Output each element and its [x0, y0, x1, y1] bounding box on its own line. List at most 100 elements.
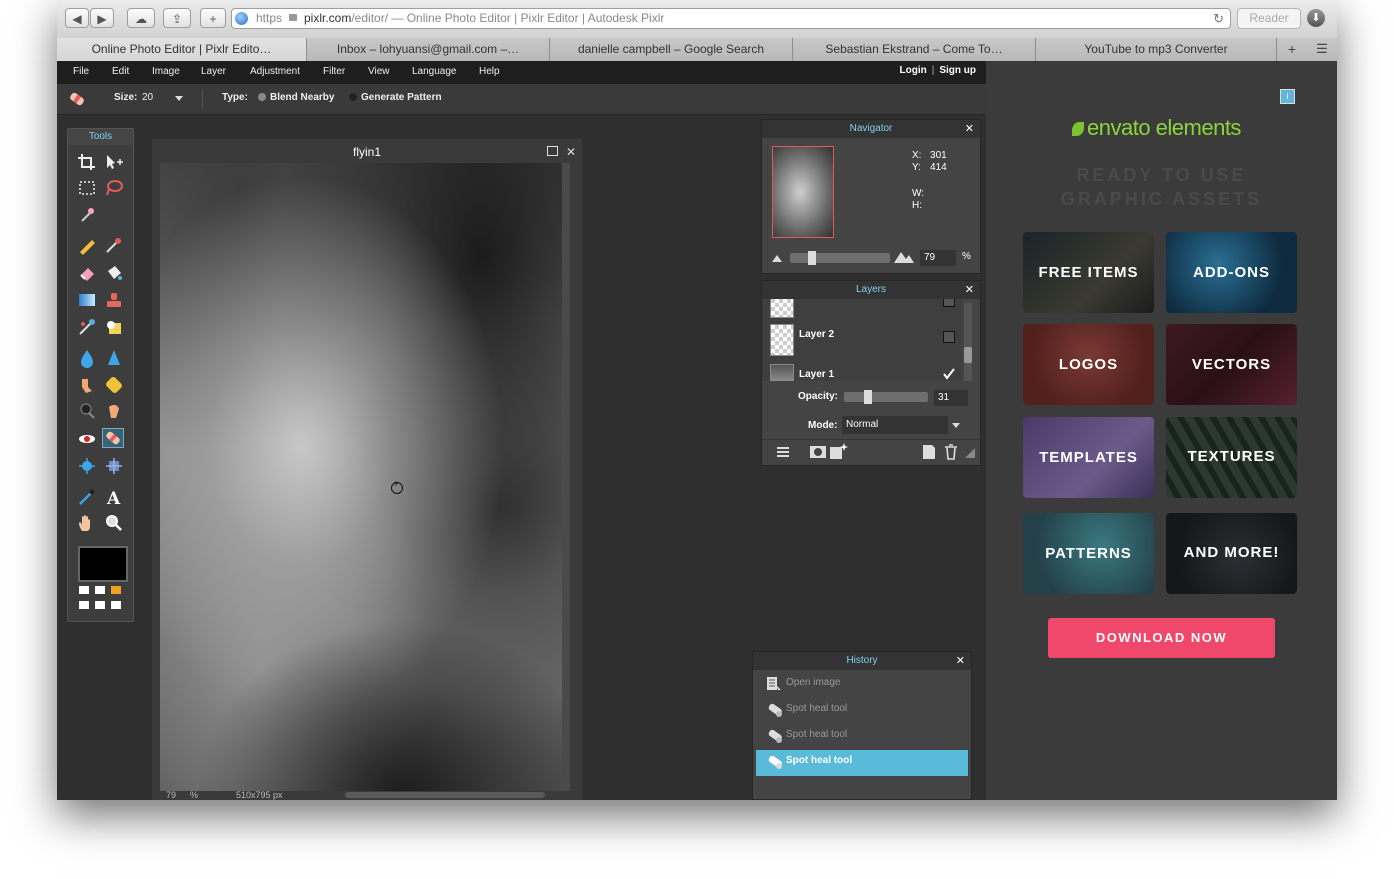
back-button[interactable]: ◀	[65, 8, 89, 28]
layer-row-top[interactable]	[762, 299, 962, 319]
vertical-scrollbar[interactable]	[562, 163, 570, 791]
navigator-zoom-input[interactable]: 79	[920, 250, 956, 266]
tab-google-search[interactable]: danielle campbell – Google Search	[550, 38, 793, 61]
burn-tool-icon[interactable]	[103, 401, 125, 421]
menu-help[interactable]: Help	[479, 61, 500, 83]
new-tab-button[interactable]: +	[200, 8, 226, 28]
blend-nearby-radio[interactable]: Blend Nearby	[258, 84, 334, 112]
size-dropdown-icon[interactable]	[175, 96, 183, 101]
ad-tile-and-more[interactable]: AND MORE!	[1166, 513, 1297, 594]
hand-tool-icon[interactable]	[76, 513, 98, 533]
eraser-tool-icon[interactable]	[76, 263, 98, 283]
history-close-icon[interactable]: ✕	[956, 652, 965, 670]
add-tab-icon[interactable]: +	[1277, 38, 1307, 61]
opacity-input[interactable]: 31	[934, 390, 968, 406]
smudge-tool-icon[interactable]	[76, 375, 98, 395]
chevron-down-icon[interactable]	[952, 423, 960, 428]
menu-language[interactable]: Language	[412, 61, 457, 83]
envato-logo[interactable]: envato elements	[1072, 115, 1241, 141]
ad-tile-add-ons[interactable]: ADD-ONS	[1166, 232, 1297, 313]
ad-tile-textures[interactable]: TEXTURES	[1166, 417, 1297, 498]
ad-info-icon[interactable]: i	[1280, 89, 1295, 104]
sponge-tool-icon[interactable]	[103, 375, 125, 395]
login-link[interactable]: Login	[900, 65, 927, 76]
spot-heal-tool-icon[interactable]	[102, 428, 124, 448]
layers-close-icon[interactable]: ✕	[965, 281, 974, 299]
menu-filter[interactable]: Filter	[323, 61, 345, 83]
navigator-zoom-knob[interactable]	[808, 251, 816, 265]
share-button[interactable]: ⇪	[163, 8, 191, 28]
blur-tool-icon[interactable]	[76, 348, 98, 368]
sharpen-tool-icon[interactable]	[103, 348, 125, 368]
layers-scrollbar[interactable]	[964, 303, 972, 381]
swatch-white-2[interactable]	[95, 586, 105, 594]
swatch-white-1[interactable]	[79, 586, 89, 594]
tab-overview-icon[interactable]: ☰	[1307, 38, 1337, 61]
zoom-out-mountain-icon[interactable]	[772, 254, 784, 262]
navigator-zoom-slider[interactable]	[790, 251, 890, 265]
ad-tile-patterns[interactable]: PATTERNS	[1023, 513, 1154, 594]
tab-pixlr[interactable]: Online Photo Editor | Pixlr Edito…	[57, 38, 307, 61]
size-input[interactable]: 20	[142, 84, 153, 112]
color-swatch[interactable]	[78, 546, 128, 582]
reload-icon[interactable]: ↻	[1213, 9, 1224, 28]
zoom-tool-icon[interactable]	[103, 513, 125, 533]
color-picker-icon[interactable]	[76, 487, 98, 507]
lasso-tool-icon[interactable]	[103, 178, 125, 198]
checkmark-icon[interactable]	[943, 368, 955, 380]
swatch-white-3[interactable]	[79, 601, 89, 609]
layer-visibility-checkbox[interactable]	[943, 331, 955, 343]
move-tool-icon[interactable]	[103, 152, 125, 172]
download-now-button[interactable]: DOWNLOAD NOW	[1048, 618, 1275, 658]
zoom-in-mountain-icon[interactable]	[894, 251, 914, 263]
marquee-tool-icon[interactable]	[76, 178, 98, 198]
trash-icon[interactable]	[944, 444, 958, 460]
close-icon[interactable]: ✕	[566, 145, 576, 159]
menu-image[interactable]: Image	[152, 61, 180, 83]
address-bar[interactable]: https pixlr.com/editor/ — Online Photo E…	[231, 8, 1231, 29]
type-tool-icon[interactable]: A	[103, 487, 125, 507]
layers-scroll-thumb[interactable]	[964, 347, 972, 363]
menu-layer[interactable]: Layer	[201, 61, 226, 83]
menu-edit[interactable]: Edit	[112, 61, 129, 83]
tab-inbox[interactable]: Inbox – lohyuansi@gmail.com –…	[307, 38, 550, 61]
dodge-tool-icon[interactable]	[76, 401, 98, 421]
swatch-white-4[interactable]	[95, 601, 105, 609]
color-replace-icon[interactable]	[76, 317, 98, 337]
reader-button[interactable]: Reader	[1237, 8, 1301, 29]
clone-stamp-icon[interactable]	[103, 290, 125, 310]
gradient-tool-icon[interactable]	[76, 290, 98, 310]
tab-sebastian[interactable]: Sebastian Ekstrand – Come To…	[793, 38, 1036, 61]
opacity-slider[interactable]	[844, 390, 928, 404]
crop-tool-icon[interactable]	[76, 152, 98, 172]
brush-tool-icon[interactable]	[103, 235, 125, 255]
swatch-white-5[interactable]	[111, 601, 121, 609]
bloat-tool-icon[interactable]	[76, 456, 98, 476]
generate-pattern-radio[interactable]: Generate Pattern	[349, 84, 442, 112]
history-item-spot-heal-active[interactable]: Spot heal tool	[756, 750, 968, 776]
magic-wand-icon[interactable]	[76, 205, 98, 225]
ad-tile-templates[interactable]: TEMPLATES	[1023, 417, 1154, 498]
history-item-spot-heal[interactable]: Spot heal tool	[756, 698, 968, 724]
navigator-close-icon[interactable]: ✕	[965, 120, 974, 138]
history-item-spot-heal[interactable]: Spot heal tool	[756, 724, 968, 750]
history-item-open-image[interactable]: Open image	[756, 672, 968, 698]
menu-file[interactable]: File	[73, 61, 89, 83]
layer-mask-icon[interactable]	[810, 445, 826, 459]
image-canvas[interactable]	[160, 163, 562, 791]
opacity-knob[interactable]	[864, 390, 872, 404]
ad-tile-vectors[interactable]: VECTORS	[1166, 324, 1297, 405]
ad-tile-free-items[interactable]: FREE ITEMS	[1023, 232, 1154, 313]
zoom-value[interactable]: 79	[166, 791, 176, 800]
forward-button[interactable]: ▶	[90, 8, 114, 28]
swatch-orange[interactable]	[111, 586, 121, 594]
red-eye-tool-icon[interactable]	[76, 429, 98, 449]
menu-view[interactable]: View	[368, 61, 390, 83]
pencil-tool-icon[interactable]	[76, 235, 98, 255]
pinch-tool-icon[interactable]	[103, 456, 125, 476]
horizontal-scrollbar[interactable]	[345, 792, 545, 798]
menu-adjustment[interactable]: Adjustment	[250, 61, 300, 83]
layer-row-layer-2[interactable]: Layer 2	[762, 319, 962, 357]
layer-row-layer-1[interactable]: Layer 1	[762, 359, 962, 381]
resize-grip-icon[interactable]	[965, 448, 975, 458]
